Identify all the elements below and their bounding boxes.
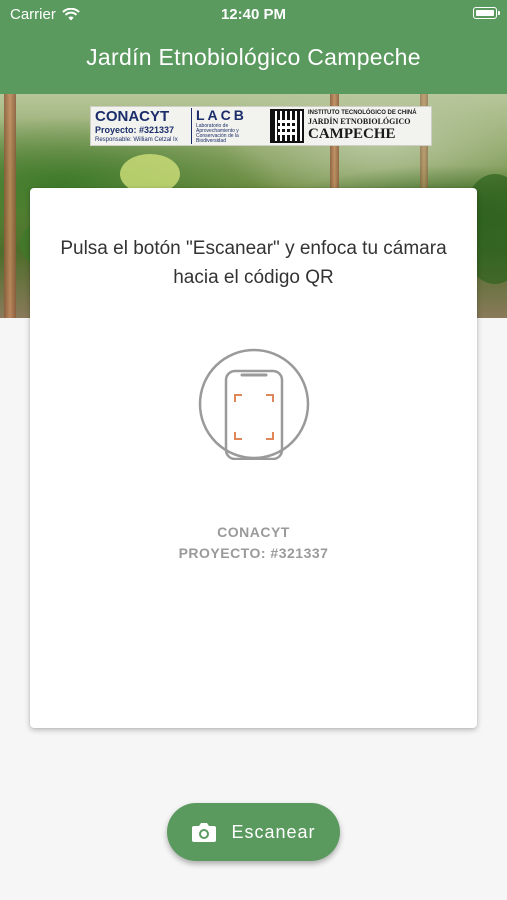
scan-button[interactable]: Escanear bbox=[167, 803, 340, 861]
battery-icon bbox=[473, 7, 500, 19]
sponsor-banner: CONACYT Proyecto: #321337 Responsable: W… bbox=[90, 106, 432, 146]
page-title: Jardín Etnobiológico Campeche bbox=[86, 44, 421, 70]
scan-instruction-card: Pulsa el botón "Escanear" y enfoca tu cá… bbox=[30, 188, 477, 728]
app-header: Carrier 12:40 PM Jardín Etnobiológico Ca… bbox=[0, 0, 507, 94]
institute-logo: INSTITUTO TECNOLÓGICO DE CHINÁ JARDÍN ET… bbox=[308, 110, 417, 142]
status-time: 12:40 PM bbox=[220, 6, 287, 23]
lacb-logo: LACB Laboratorio de Aprovechamiento y Co… bbox=[191, 108, 266, 144]
app-screen: Carrier 12:40 PM Jardín Etnobiológico Ca… bbox=[0, 0, 507, 900]
phone-qr-scan-icon bbox=[198, 348, 310, 460]
qr-code-image bbox=[270, 109, 304, 143]
sponsor-text: CONACYT PROYECTO: #321337 bbox=[30, 522, 477, 564]
sponsor-line-1: CONACYT bbox=[217, 524, 290, 540]
sponsor-line-2: PROYECTO: #321337 bbox=[178, 545, 329, 561]
camera-icon bbox=[192, 823, 217, 842]
conacyt-logo: CONACYT Proyecto: #321337 Responsable: W… bbox=[95, 108, 178, 143]
tree-trunk bbox=[4, 94, 16, 318]
status-bar: Carrier 12:40 PM bbox=[0, 0, 507, 30]
scan-instruction-text: Pulsa el botón "Escanear" y enfoca tu cá… bbox=[60, 238, 447, 288]
scan-button-label: Escanear bbox=[231, 821, 316, 842]
